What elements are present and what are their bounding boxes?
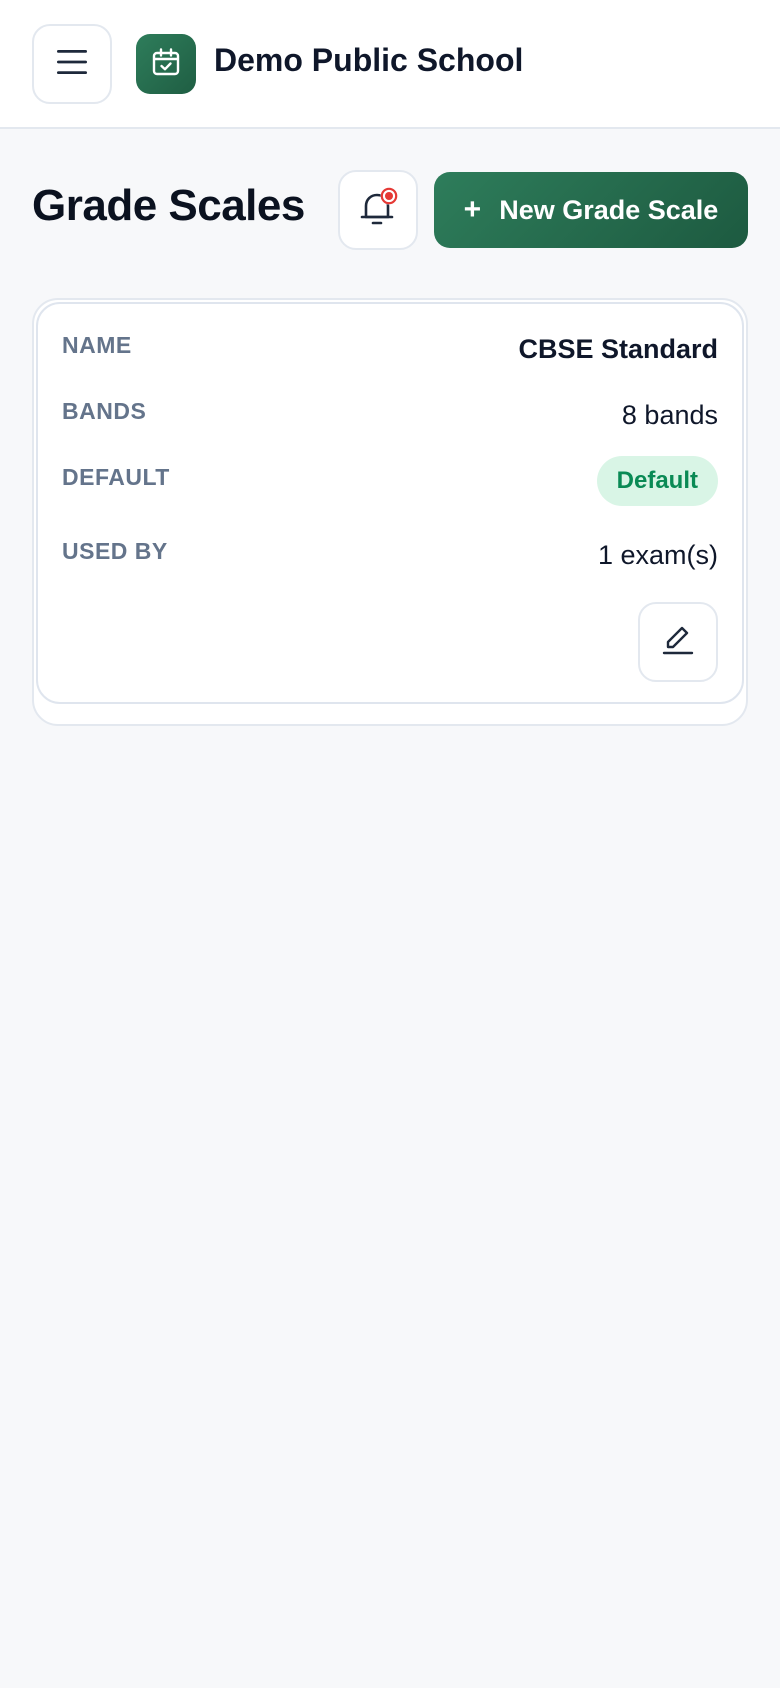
- grade-scale-card: NAME CBSE Standard BANDS 8 bands DEFAULT…: [36, 302, 744, 704]
- edit-button[interactable]: [638, 602, 718, 682]
- menu-button[interactable]: [32, 24, 112, 104]
- name-label: NAME: [62, 332, 132, 358]
- menu-icon: [55, 48, 89, 81]
- app-name: Demo Public School: [214, 42, 524, 78]
- new-grade-scale-label: New Grade Scale: [499, 194, 719, 225]
- grade-scales-list: NAME CBSE Standard BANDS 8 bands DEFAULT…: [32, 298, 748, 726]
- used-by-value: 1 exam(s): [597, 540, 718, 570]
- notifications-button[interactable]: [338, 170, 418, 250]
- plus-icon: +: [463, 193, 482, 226]
- new-grade-scale-button[interactable]: + New Grade Scale: [434, 172, 748, 248]
- default-label: DEFAULT: [62, 464, 170, 490]
- calendar-check-icon: [151, 47, 181, 82]
- name-value: CBSE Standard: [518, 334, 718, 364]
- top-bar: Demo Public School: [0, 0, 780, 129]
- default-badge: Default: [596, 456, 718, 506]
- app-logo: [136, 34, 196, 94]
- used-by-label: USED BY: [62, 538, 168, 564]
- page-title: Grade Scales: [32, 181, 305, 230]
- pencil-icon: [660, 622, 696, 663]
- bell-icon: [358, 187, 398, 234]
- bands-label: BANDS: [62, 398, 147, 424]
- bands-value: 8 bands: [621, 400, 718, 430]
